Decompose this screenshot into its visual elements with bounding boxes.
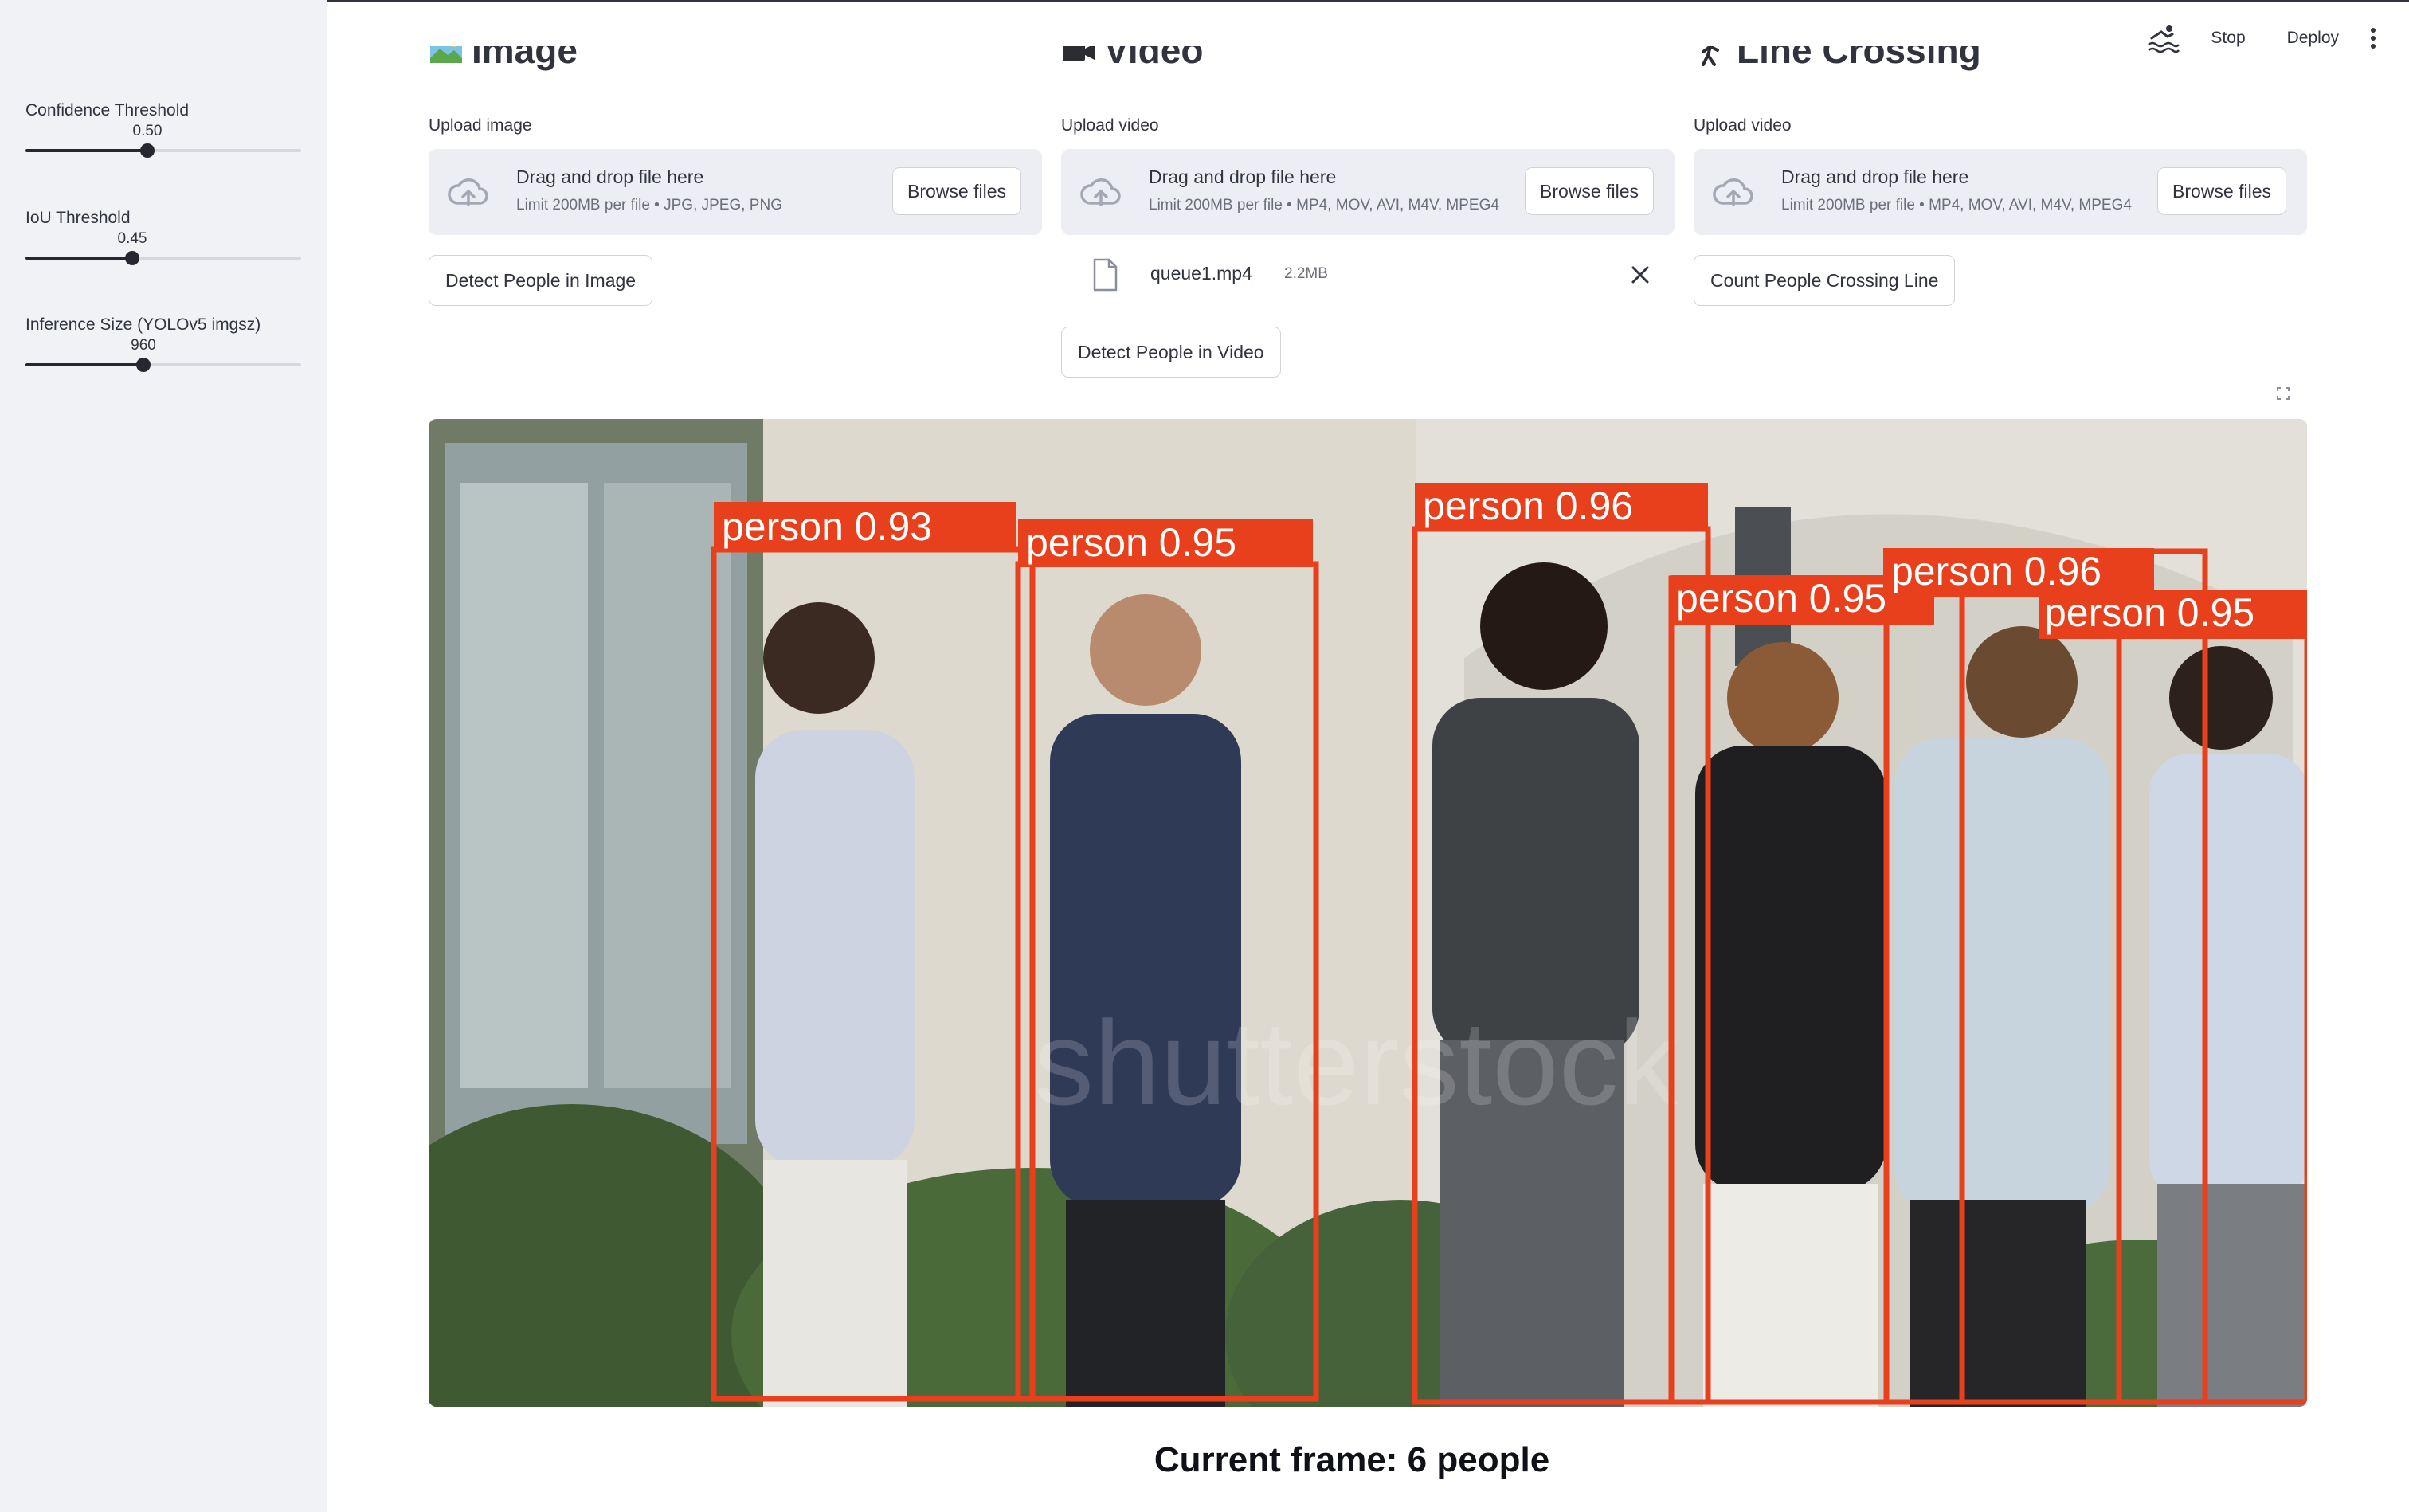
section-title: Line Crossing (1694, 46, 1981, 86)
stop-button[interactable]: Stop (2199, 22, 2256, 54)
watermark: shutterstock (1034, 996, 1679, 1130)
slider-fill (25, 257, 132, 260)
film-camera-icon (1063, 46, 1095, 61)
uploaded-file-row: queue1.mp4 2.2MB (1061, 253, 1675, 300)
bbox-label-4: person 0.95 (1676, 576, 1886, 621)
upload-label: Upload video (1694, 116, 1792, 135)
section-title-text: Line Crossing (1737, 46, 1981, 71)
slider-value: 0.45 (117, 230, 147, 247)
dropzone-limit: Limit 200MB per file • MP4, MOV, AVI, M4… (1149, 197, 1499, 213)
video-dropzone[interactable]: Drag and drop file here Limit 200MB per … (1061, 149, 1675, 235)
slider-label: IoU Threshold (25, 209, 131, 227)
swimmer-icon (2148, 25, 2180, 53)
slider-thumb[interactable] (136, 358, 151, 372)
line-video-dropzone[interactable]: Drag and drop file here Limit 200MB per … (1694, 149, 2307, 235)
browse-files-button[interactable]: Browse files (1525, 167, 1654, 215)
bbox-label-2: person 0.95 (1026, 520, 1236, 565)
slider-thumb[interactable] (125, 251, 139, 265)
sidebar: Confidence Threshold 0.50 IoU Threshold … (0, 0, 327, 1512)
person-figure-5 (1894, 626, 2109, 1407)
file-icon (1093, 258, 1118, 292)
walking-person-icon (1702, 46, 1719, 66)
upload-label: Upload video (1061, 116, 1159, 135)
image-dropzone[interactable]: Drag and drop file here Limit 200MB per … (429, 149, 1042, 235)
section-title: Video (1061, 46, 1203, 86)
confidence-threshold-slider[interactable]: Confidence Threshold 0.50 (25, 99, 301, 158)
detect-video-button[interactable]: Detect People in Video (1061, 327, 1281, 378)
cloud-upload-icon (1713, 178, 1753, 206)
person-figure-4 (1695, 642, 1886, 1407)
slider-fill (25, 149, 147, 152)
detection-frame: shutterstock person 0.93 person 0.95 per… (429, 419, 2307, 1407)
detect-image-button[interactable]: Detect People in Image (429, 255, 653, 306)
iou-threshold-slider[interactable]: IoU Threshold 0.45 (25, 206, 301, 265)
section-title-text: Image (472, 46, 578, 71)
file-name: queue1.mp4 (1150, 263, 1252, 284)
dropzone-limit: Limit 200MB per file • MP4, MOV, AVI, M4… (1781, 197, 2132, 213)
bbox-label-1: person 0.93 (722, 504, 932, 549)
dropzone-title: Drag and drop file here (516, 166, 704, 187)
frame-image: shutterstock person 0.93 person 0.95 per… (429, 419, 2307, 1407)
picture-icon (430, 46, 462, 63)
header-actions: Stop Deploy (2145, 21, 2385, 56)
inference-size-slider[interactable]: Inference Size (YOLOv5 imgsz) 960 (25, 313, 301, 372)
slider-label: Inference Size (YOLOv5 imgsz) (25, 315, 261, 334)
cloud-upload-icon (448, 178, 488, 206)
dropzone-title: Drag and drop file here (1781, 166, 1969, 187)
bbox-label-6: person 0.95 (2044, 590, 2254, 635)
slider-value: 0.50 (132, 123, 163, 139)
browse-files-button[interactable]: Browse files (892, 167, 1021, 215)
bbox-label-3: person 0.96 (1423, 484, 1633, 528)
file-size: 2.2MB (1284, 265, 1328, 282)
browse-files-button[interactable]: Browse files (2157, 167, 2286, 215)
kebab-menu-icon[interactable] (2361, 22, 2385, 54)
count-line-crossing-button[interactable]: Count People Crossing Line (1694, 255, 1956, 306)
cloud-upload-icon (1080, 178, 1121, 206)
top-border (0, 0, 2409, 2)
dropzone-limit: Limit 200MB per file • JPG, JPEG, PNG (516, 197, 782, 213)
bbox-label-5: person 0.96 (1891, 549, 2102, 593)
slider-label: Confidence Threshold (25, 101, 190, 119)
slider-fill (25, 363, 143, 366)
frame-count-caption: Current frame: 6 people (1154, 1440, 1550, 1479)
deploy-button[interactable]: Deploy (2276, 22, 2350, 54)
upload-label: Upload image (429, 116, 532, 135)
dropzone-title: Drag and drop file here (1149, 166, 1337, 187)
section-title: Image (429, 46, 578, 86)
remove-file-icon[interactable] (1628, 263, 1652, 287)
slider-value: 960 (131, 337, 156, 354)
slider-thumb[interactable] (140, 143, 155, 158)
section-title-text: Video (1104, 46, 1204, 71)
person-figure-6 (2149, 646, 2307, 1407)
fullscreen-icon[interactable] (2267, 378, 2299, 409)
